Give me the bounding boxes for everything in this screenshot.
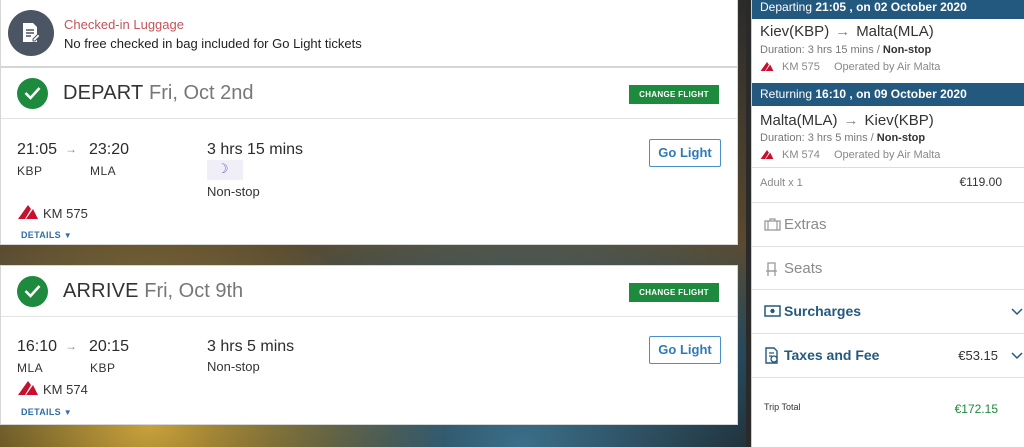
surcharges-row[interactable]: Surcharges	[752, 289, 1024, 333]
outbound-header-time: 21:05 , on 02 October 2020	[815, 0, 967, 14]
depart-duration: 3 hrs 15 mins	[207, 141, 304, 158]
depart-flight-number: KM 575	[43, 206, 88, 221]
outbound-stops: Non-stop	[882, 44, 932, 56]
air-malta-logo-icon	[760, 150, 774, 159]
inbound-stops: Non-stop	[876, 132, 926, 144]
fare-go-light-button[interactable]: Go Light	[649, 336, 721, 364]
arrive-header: ARRIVE Fri, Oct 9th CHANGE FLIGHT	[1, 266, 737, 317]
change-flight-button[interactable]: CHANGE FLIGHT	[629, 85, 719, 104]
arrive-arr-code: KBP	[90, 361, 116, 375]
receipt-icon	[765, 347, 778, 364]
depart-title: DEPART Fri, Oct 2nd	[63, 82, 254, 105]
outbound-from: Kiev(KBP)	[760, 23, 830, 40]
seat-icon	[766, 262, 777, 276]
arrive-title: ARRIVE Fri, Oct 9th	[63, 280, 243, 303]
change-flight-button[interactable]: CHANGE FLIGHT	[629, 283, 719, 302]
outbound-flight-number: KM 575	[782, 61, 820, 73]
arrive-date: Fri, Oct 9th	[144, 280, 244, 302]
inbound-duration-text: Duration: 3 hrs 5 mins /	[760, 132, 874, 144]
inbound-header-prefix: Returning	[760, 87, 813, 101]
surcharges-label: Surcharges	[784, 303, 862, 319]
base-price: €119.00	[959, 175, 1003, 189]
outbound-header-prefix: Departing	[760, 0, 813, 14]
night-flight-badge: ☽	[207, 160, 243, 180]
moon-icon: ☽	[217, 161, 229, 176]
outbound-operator: KM 575 Operated by Air Malta	[760, 61, 940, 75]
seats-label: Seats	[784, 260, 823, 277]
details-label: DETAILS	[21, 407, 61, 417]
passengers-label: Adult x 1	[760, 177, 803, 189]
depart-arr-code: MLA	[90, 164, 117, 178]
depart-header: DEPART Fri, Oct 2nd CHANGE FLIGHT	[1, 68, 737, 119]
luggage-notice: Checked-in Luggage No free checked in ba…	[0, 0, 738, 67]
caret-down-icon: ▼	[63, 231, 72, 240]
inbound-header-time: 16:10 , on 09 October 2020	[815, 87, 967, 101]
money-icon	[764, 305, 781, 317]
taxes-label: Taxes and Fee	[784, 347, 880, 363]
depart-stops: Non-stop	[207, 184, 260, 199]
arrive-details-link[interactable]: DETAILS ▼	[21, 407, 72, 417]
arrive-stops: Non-stop	[207, 359, 260, 374]
air-malta-logo-icon	[18, 381, 38, 395]
arrive-direction: ARRIVE	[63, 280, 139, 302]
luggage-title: Checked-in Luggage	[64, 17, 184, 32]
inbound-to: Kiev(KBP)	[864, 112, 934, 129]
depart-details-link[interactable]: DETAILS ▼	[21, 230, 72, 240]
outbound-operated-by: Operated by Air Malta	[834, 61, 941, 73]
document-edit-icon	[23, 23, 41, 42]
inbound-from: Malta(MLA)	[760, 112, 838, 129]
depart-arr-time: 23:20	[89, 141, 130, 158]
extras-row[interactable]: Extras	[752, 202, 1024, 246]
outbound-duration: Duration: 3 hrs 15 mins / Non-stop	[760, 44, 931, 56]
seats-row[interactable]: Seats	[752, 246, 1024, 290]
luggage-icon	[764, 218, 781, 231]
arrive-duration: 3 hrs 5 mins	[207, 338, 295, 355]
check-icon	[17, 276, 48, 307]
arrive-dep-code: MLA	[17, 361, 44, 375]
chevron-down-icon	[1011, 308, 1023, 316]
arrive-dep-time: 16:10	[17, 338, 58, 355]
arrow-right-icon: →	[843, 112, 859, 129]
depart-flight-card: DEPART Fri, Oct 2nd CHANGE FLIGHT 21:05 …	[0, 67, 738, 245]
taxes-amount: €53.15	[958, 348, 998, 363]
inbound-flight-number: KM 574	[782, 149, 820, 161]
check-icon	[17, 78, 48, 109]
depart-direction: DEPART	[63, 82, 144, 104]
trip-total-label: Trip Total	[764, 402, 801, 412]
arrive-flight-number: KM 574	[43, 382, 88, 397]
outbound-duration-text: Duration: 3 hrs 15 mins /	[760, 44, 880, 56]
trip-summary-sidebar: Departing 21:05 , on 02 October 2020 Kie…	[751, 0, 1024, 447]
caret-down-icon: ▼	[63, 408, 72, 417]
air-malta-logo-icon	[18, 205, 38, 219]
divider	[752, 167, 1024, 168]
inbound-duration: Duration: 3 hrs 5 mins / Non-stop	[760, 132, 925, 144]
extras-label: Extras	[784, 216, 827, 233]
arrow-right-icon: →	[65, 339, 77, 353]
inbound-operator: KM 574 Operated by Air Malta	[760, 149, 940, 163]
chevron-down-icon	[1011, 352, 1023, 360]
inbound-operated-by: Operated by Air Malta	[834, 149, 941, 161]
divider	[752, 377, 1024, 378]
outbound-header: Departing 21:05 , on 02 October 2020	[752, 0, 1024, 19]
fare-go-light-button[interactable]: Go Light	[649, 139, 721, 167]
inbound-route: Malta(MLA) → Kiev(KBP)	[760, 112, 934, 129]
taxes-row[interactable]: Taxes and Fee €53.15	[752, 333, 1024, 377]
outbound-to: Malta(MLA)	[856, 23, 934, 40]
arrive-arr-time: 20:15	[89, 338, 130, 355]
luggage-description: No free checked in bag included for Go L…	[64, 36, 362, 51]
arrive-flight-card: ARRIVE Fri, Oct 9th CHANGE FLIGHT 16:10 …	[0, 265, 738, 425]
details-label: DETAILS	[21, 230, 61, 240]
outbound-route: Kiev(KBP) → Malta(MLA)	[760, 23, 934, 40]
trip-total-amount: €172.15	[954, 402, 998, 416]
air-malta-logo-icon	[760, 62, 774, 71]
depart-dep-time: 21:05	[17, 141, 58, 158]
depart-dep-code: KBP	[17, 164, 43, 178]
depart-date: Fri, Oct 2nd	[149, 82, 254, 104]
arrow-right-icon: →	[835, 23, 851, 40]
arrow-right-icon: →	[65, 142, 77, 156]
inbound-header: Returning 16:10 , on 09 October 2020	[752, 83, 1024, 106]
luggage-icon-circle	[8, 10, 54, 56]
